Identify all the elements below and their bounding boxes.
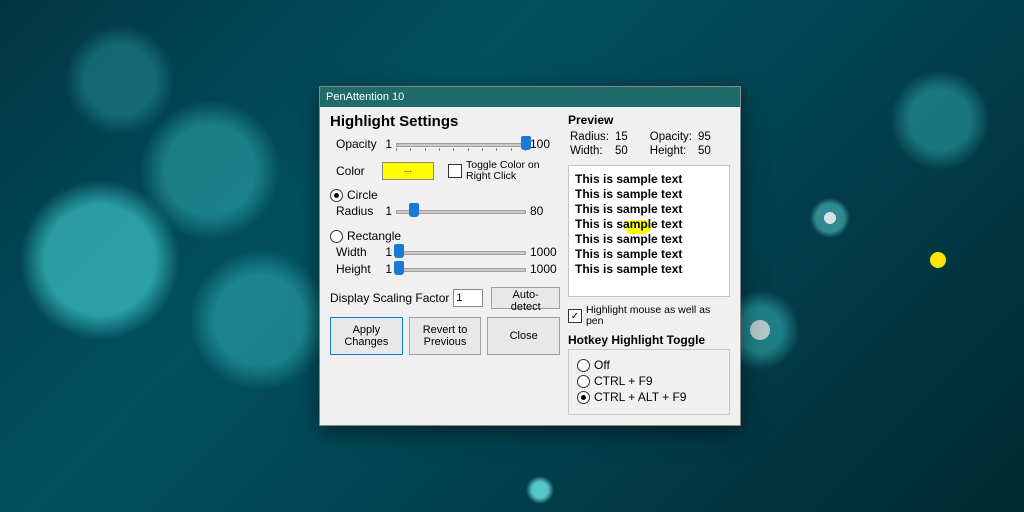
hotkey-ctrl-f9-radio[interactable]	[577, 375, 590, 388]
width-slider[interactable]	[396, 244, 526, 260]
height-label: Height	[330, 262, 378, 276]
preview-stats: Radius: 15 Opacity: 95 Width: 50 Height:…	[568, 129, 717, 159]
toggle-color-label: Toggle Color on Right Click	[466, 160, 546, 182]
opacity-min: 1	[382, 137, 392, 151]
hotkey-title: Hotkey Highlight Toggle	[568, 333, 730, 347]
hotkey-off-label: Off	[594, 358, 610, 372]
opacity-slider[interactable]	[396, 136, 526, 152]
sample-text: This is sample text	[575, 187, 682, 201]
scaling-input[interactable]	[453, 289, 483, 307]
shape-circle-label: Circle	[347, 188, 378, 202]
hotkey-ctrl-alt-f9-radio[interactable]	[577, 391, 590, 404]
sample-text: This is sample text	[575, 217, 682, 231]
opacity-max: 100	[530, 137, 560, 151]
preview-width-value: 50	[615, 145, 632, 157]
preview-title: Preview	[568, 113, 730, 127]
preview-opacity-value: 95	[698, 131, 715, 143]
sample-text: This is sample text	[575, 232, 682, 246]
preview-radius-value: 15	[615, 131, 632, 143]
preview-panel: This is sample text This is sample text …	[568, 165, 730, 297]
radius-min: 1	[382, 204, 392, 218]
highlight-cursor-preview-icon	[930, 252, 946, 268]
preview-radius-label: Radius:	[570, 131, 613, 143]
width-label: Width	[330, 245, 378, 259]
preview-width-label: Width:	[570, 145, 613, 157]
height-min: 1	[382, 262, 392, 276]
height-max: 1000	[530, 262, 560, 276]
sample-text: This is sample text	[575, 262, 682, 276]
preview-opacity-label: Opacity:	[650, 131, 696, 143]
sample-text: This is sample text	[575, 172, 682, 186]
scaling-label: Display Scaling Factor	[330, 291, 449, 305]
shape-rectangle-radio[interactable]	[330, 230, 343, 243]
hotkey-group: Off CTRL + F9 CTRL + ALT + F9	[568, 349, 730, 415]
apply-button[interactable]: Apply Changes	[330, 317, 403, 355]
width-min: 1	[382, 245, 392, 259]
settings-window: PenAttention 10 Highlight Settings Opaci…	[319, 86, 741, 426]
page-title: Highlight Settings	[330, 113, 560, 130]
desktop-wallpaper: PenAttention 10 Highlight Settings Opaci…	[0, 0, 1024, 512]
toggle-color-checkbox[interactable]	[448, 164, 462, 178]
width-max: 1000	[530, 245, 560, 259]
hotkey-ctrl-alt-f9-label: CTRL + ALT + F9	[594, 390, 686, 404]
hotkey-off-radio[interactable]	[577, 359, 590, 372]
height-slider[interactable]	[396, 261, 526, 277]
radius-label: Radius	[330, 204, 378, 218]
radius-slider[interactable]	[396, 203, 526, 219]
revert-button[interactable]: Revert to Previous	[409, 317, 482, 355]
opacity-label: Opacity	[330, 137, 378, 151]
radius-max: 80	[530, 204, 560, 218]
highlight-mouse-checkbox[interactable]: ✓	[568, 309, 582, 323]
preview-height-value: 50	[698, 145, 715, 157]
auto-detect-button[interactable]: Auto-detect	[491, 287, 560, 309]
hotkey-ctrl-f9-label: CTRL + F9	[594, 374, 653, 388]
preview-height-label: Height:	[650, 145, 696, 157]
window-title: PenAttention 10	[326, 91, 404, 103]
titlebar[interactable]: PenAttention 10	[320, 87, 740, 107]
close-button[interactable]: Close	[487, 317, 560, 355]
highlight-mouse-label: Highlight mouse as well as pen	[586, 305, 730, 327]
color-picker-button[interactable]: ...	[382, 162, 434, 180]
sample-text: This is sample text	[575, 202, 682, 216]
shape-rectangle-label: Rectangle	[347, 229, 401, 243]
shape-circle-radio[interactable]	[330, 189, 343, 202]
sample-text: This is sample text	[575, 247, 682, 261]
color-label: Color	[330, 164, 378, 178]
